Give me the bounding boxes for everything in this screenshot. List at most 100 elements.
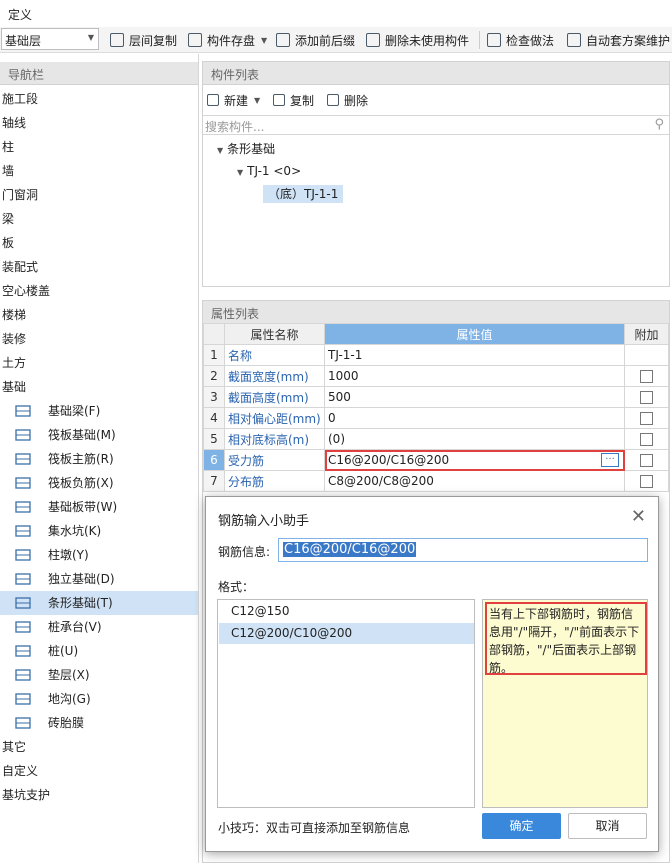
nav-subitem[interactable]: 基础板带(W) (0, 495, 198, 519)
add-prefix-suffix-button[interactable]: 添加前后缀 (276, 31, 355, 49)
nav-item[interactable]: 基础 (0, 375, 198, 399)
nav-subitem[interactable]: 集水坑(K) (0, 519, 198, 543)
nav-item[interactable]: 装配式 (0, 255, 198, 279)
tree-child-label: TJ-1 <0> (247, 164, 302, 178)
tree-root-label: 条形基础 (227, 142, 276, 156)
nav-subitem[interactable]: 基础梁(F) (0, 399, 198, 423)
menu-define[interactable]: 定义 (8, 6, 32, 23)
nav-item[interactable]: 门窗洞 (0, 183, 198, 207)
nav-item[interactable]: 楼梯 (0, 303, 198, 327)
raft-foundation-icon (14, 427, 32, 443)
nav-item[interactable]: 装修 (0, 327, 198, 351)
nav-subitem[interactable]: 桩(U) (0, 639, 198, 663)
delete-unused-button[interactable]: 删除未使用构件 (366, 31, 469, 49)
nav-item[interactable]: 轴线 (0, 111, 198, 135)
extra-checkbox[interactable] (640, 391, 653, 404)
extra-cell (624, 407, 669, 429)
extra-checkbox[interactable] (640, 433, 653, 446)
property-row[interactable]: 6 受力筋 C16@200/C16@200 ··· (203, 449, 669, 471)
menu-bar: 定义 (0, 0, 672, 27)
property-list-header: 属性列表 (203, 301, 669, 324)
nav-item[interactable]: 板 (0, 231, 198, 255)
check-method-button[interactable]: 检查做法 (487, 31, 554, 49)
navigation-panel: 导航栏 施工段 轴线柱墙门窗洞梁板装配式 空心楼盖 楼梯 装修 土方 基础 基础梁(F) 筏板基… (0, 54, 199, 863)
add-prefix-suffix-label: 添加前后缀 (295, 33, 356, 48)
row-number: 5 (203, 428, 225, 450)
property-value[interactable]: 0 (324, 407, 625, 429)
row-number: 3 (203, 386, 225, 408)
property-value[interactable]: 500 (324, 386, 625, 408)
col-name-header: 属性名称 (224, 323, 325, 345)
new-button[interactable]: 新建 ▼ (207, 90, 260, 110)
new-label: 新建 (224, 93, 249, 108)
close-icon[interactable]: ✕ (631, 506, 646, 527)
property-row[interactable]: 4 相对偏心距(mm) 0 (203, 407, 669, 429)
rebar-info-input[interactable]: C16@200/C16@200 (278, 538, 648, 562)
auto-apply-button[interactable]: 自动套方案维护 (567, 31, 670, 49)
nav-subitem[interactable]: 砖胎膜 (0, 711, 198, 735)
nav-subitem[interactable]: 条形基础(T) (0, 591, 198, 615)
layer-select[interactable]: 基础层 ▼ (1, 28, 99, 50)
nav-item[interactable]: 基坑支护 (0, 783, 198, 807)
nav-subitem[interactable]: 柱墩(Y) (0, 543, 198, 567)
nav-item[interactable]: 其它 (0, 735, 198, 759)
search-placeholder: 搜索构件... (205, 120, 265, 134)
format-item[interactable]: C12@200/C10@200 (219, 623, 474, 644)
property-value[interactable]: TJ-1-1 (324, 344, 625, 366)
property-row[interactable]: 7 分布筋 C8@200/C8@200 (203, 470, 669, 492)
floor-copy-button[interactable]: 层间复制 (110, 31, 177, 49)
trench-icon (14, 691, 32, 707)
nav-subitem[interactable]: 垫层(X) (0, 663, 198, 687)
tree-node-tj1-1[interactable]: （底）TJ-1-1 (263, 185, 344, 203)
extra-checkbox[interactable] (640, 454, 653, 467)
format-item[interactable]: C12@150 (219, 601, 474, 622)
brick-mould-icon (14, 715, 32, 731)
rebar-info-value: C16@200/C16@200 (283, 542, 417, 557)
property-value[interactable]: C8@200/C8@200 (324, 470, 625, 492)
floor-copy-label: 层间复制 (129, 33, 178, 48)
cancel-button[interactable]: 取消 (568, 813, 647, 839)
extra-checkbox[interactable] (640, 412, 653, 425)
delete-button[interactable]: 删除 (327, 90, 368, 110)
property-value-text: C16@200/C16@200 (328, 453, 450, 467)
delete-unused-label: 删除未使用构件 (385, 33, 470, 48)
nav-subitem[interactable]: 地沟(G) (0, 687, 198, 711)
extra-checkbox[interactable] (640, 370, 653, 383)
nav-subitem[interactable]: 独立基础(D) (0, 567, 198, 591)
nav-item[interactable]: 梁 (0, 207, 198, 231)
nav-subitem[interactable]: 筏板负筋(X) (0, 471, 198, 495)
format-list[interactable]: C12@150 C12@200/C10@200 (217, 599, 475, 808)
ok-button[interactable]: 确定 (482, 813, 561, 839)
property-row[interactable]: 3 截面高度(mm) 500 (203, 386, 669, 408)
nav-subitem-label: 桩(U) (48, 644, 79, 658)
nav-subitem-label: 砖胎膜 (48, 716, 85, 730)
property-row[interactable]: 5 相对底标高(m) (0) (203, 428, 669, 450)
property-value[interactable]: C16@200/C16@200 ··· (324, 449, 625, 471)
tree-node-strip-foundation[interactable]: ▼ 条形基础 (217, 140, 275, 157)
property-row[interactable]: 1 名称 TJ-1-1 (203, 344, 669, 366)
tree-node-tj1[interactable]: ▼ TJ-1 <0> (237, 164, 301, 178)
nav-item[interactable]: 空心楼盖 (0, 279, 198, 303)
property-value[interactable]: 1000 (324, 365, 625, 387)
copy-button[interactable]: 复制 (273, 90, 314, 110)
nav-item[interactable]: 自定义 (0, 759, 198, 783)
search-input[interactable]: 搜索构件... ⚲ (203, 115, 669, 135)
foundation-beam-icon (14, 403, 32, 419)
component-save-button[interactable]: 构件存盘 ▼ (188, 31, 267, 49)
nav-subitem-label: 基础板带(W) (48, 500, 118, 514)
nav-item[interactable]: 土方 (0, 351, 198, 375)
nav-item[interactable]: 施工段 (0, 87, 198, 111)
ellipsis-button[interactable]: ··· (601, 453, 619, 467)
nav-item[interactable]: 柱 (0, 135, 198, 159)
nav-subitem[interactable]: 桩承台(V) (0, 615, 198, 639)
nav-subitem[interactable]: 筏板基础(M) (0, 423, 198, 447)
property-row[interactable]: 2 截面宽度(mm) 1000 (203, 365, 669, 387)
isolated-footing-icon (14, 571, 32, 587)
extra-checkbox[interactable] (640, 475, 653, 488)
nav-subitem[interactable]: 筏板主筋(R) (0, 447, 198, 471)
property-value[interactable]: (0) (324, 428, 625, 450)
nav-item[interactable]: 墙 (0, 159, 198, 183)
row-number: 2 (203, 365, 225, 387)
extra-cell (624, 470, 669, 492)
property-name: 相对底标高(m) (224, 428, 325, 450)
